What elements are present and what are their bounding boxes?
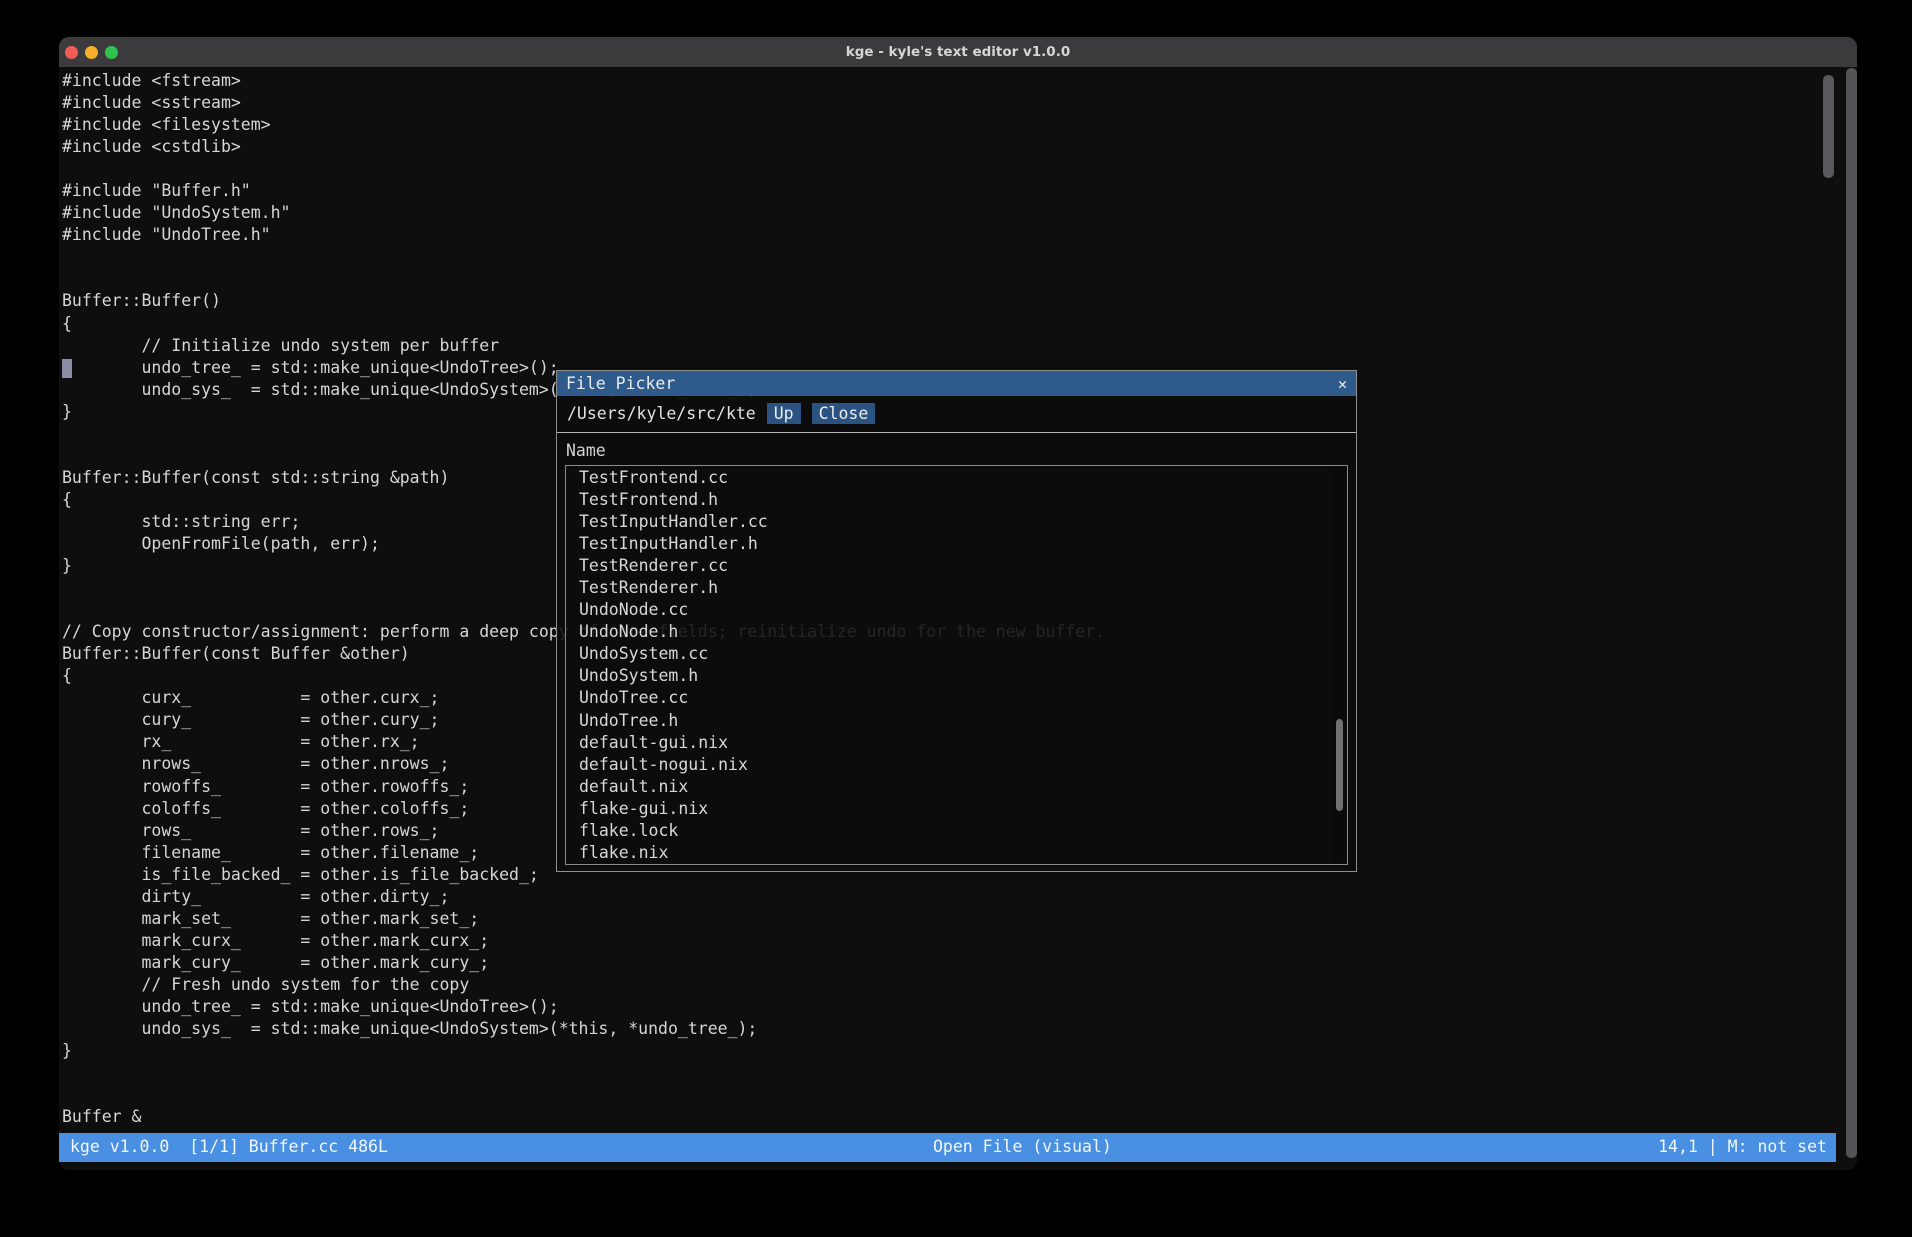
current-path: /Users/kyle/src/kte <box>567 404 756 423</box>
status-bar: kge v1.0.0 [1/1] Buffer.cc 486L Open Fil… <box>59 1133 1836 1162</box>
traffic-lights <box>65 37 118 67</box>
file-item[interactable]: default.nix <box>579 776 1347 798</box>
editor-scrollbar-thumb[interactable] <box>1823 75 1834 178</box>
status-mode: Open File (visual) <box>933 1137 1112 1156</box>
window-scrollbar-track[interactable] <box>1846 68 1857 1158</box>
file-picker-body: /Users/kyle/src/kte Up Close Name TestFr… <box>557 396 1356 871</box>
status-file-info: kge v1.0.0 [1/1] Buffer.cc 486L <box>70 1137 388 1156</box>
path-row: /Users/kyle/src/kte Up Close <box>557 396 1356 430</box>
file-item[interactable]: TestFrontend.h <box>579 489 1347 511</box>
window-title: kge - kyle's text editor v1.0.0 <box>846 44 1070 60</box>
text-cursor <box>62 359 72 378</box>
window-titlebar[interactable]: kge - kyle's text editor v1.0.0 <box>59 37 1857 67</box>
close-icon[interactable]: ✕ <box>1338 375 1347 393</box>
file-picker-dialog: File Picker ✕ /Users/kyle/src/kte Up Clo… <box>556 370 1357 872</box>
zoom-window-button[interactable] <box>105 46 118 59</box>
file-item[interactable]: default-gui.nix <box>579 732 1347 754</box>
file-item[interactable]: UndoNode.cc <box>579 599 1347 621</box>
file-item[interactable]: UndoSystem.cc <box>579 643 1347 665</box>
up-button[interactable]: Up <box>767 403 801 424</box>
file-item[interactable]: UndoNode.h <box>579 621 1347 643</box>
file-item[interactable]: TestInputHandler.h <box>579 533 1347 555</box>
file-item[interactable]: TestRenderer.h <box>579 577 1347 599</box>
file-item[interactable]: flake-gui.nix <box>579 798 1347 820</box>
list-scrollbar-thumb[interactable] <box>1336 719 1343 811</box>
file-item[interactable]: TestInputHandler.cc <box>579 511 1347 533</box>
file-item[interactable]: flake.nix <box>579 842 1347 864</box>
file-item[interactable]: UndoSystem.h <box>579 665 1347 687</box>
close-window-button[interactable] <box>65 46 78 59</box>
status-cursor-position: 14,1 | M: not set <box>1658 1137 1827 1156</box>
name-column-header: Name <box>557 433 1356 465</box>
file-item[interactable]: TestFrontend.cc <box>579 467 1347 489</box>
file-picker-titlebar[interactable]: File Picker ✕ <box>557 371 1356 396</box>
file-item[interactable]: flake.lock <box>579 820 1347 842</box>
file-item[interactable]: UndoTree.cc <box>579 687 1347 709</box>
file-item[interactable]: default-nogui.nix <box>579 754 1347 776</box>
file-picker-title: File Picker <box>566 374 675 393</box>
file-list[interactable]: TestFrontend.ccTestFrontend.hTestInputHa… <box>565 465 1348 865</box>
file-item[interactable]: UndoTree.h <box>579 710 1347 732</box>
file-item[interactable]: TestRenderer.cc <box>579 555 1347 577</box>
minimize-window-button[interactable] <box>85 46 98 59</box>
close-button[interactable]: Close <box>812 403 876 424</box>
